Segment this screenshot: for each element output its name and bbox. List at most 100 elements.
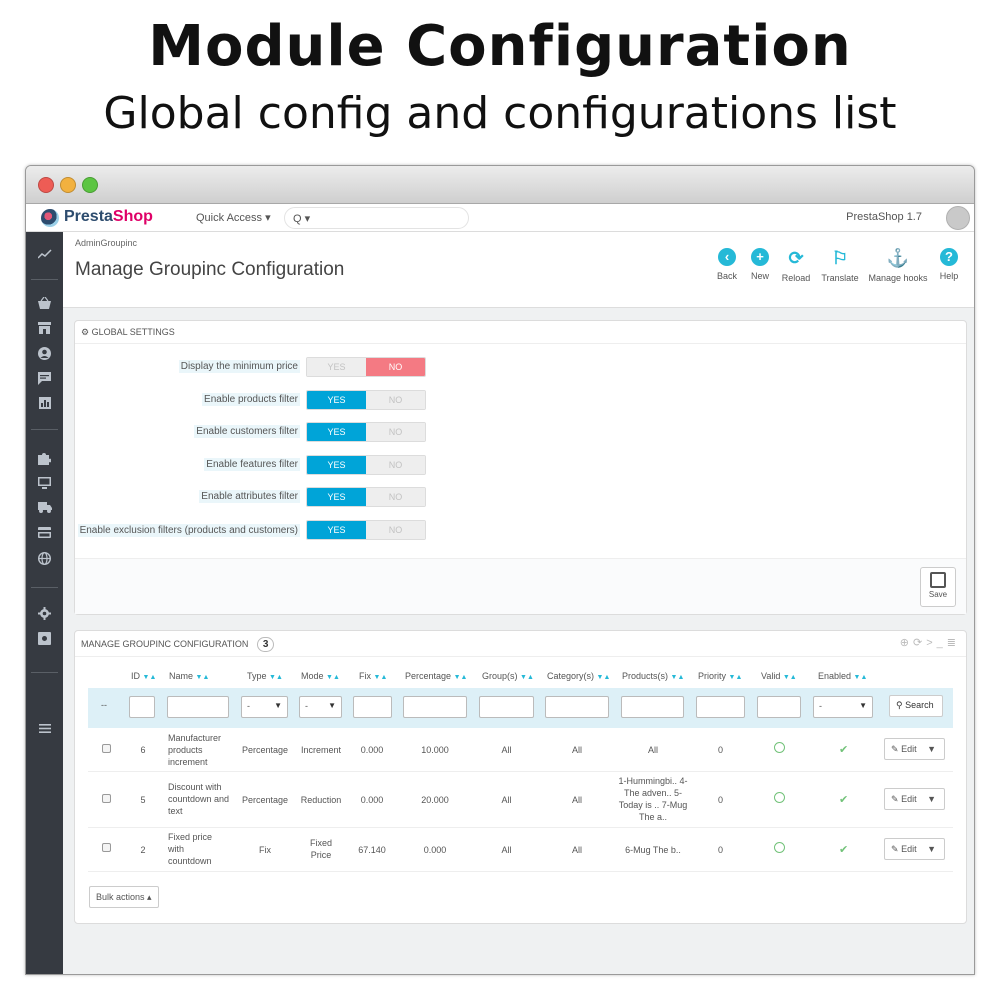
edit-button[interactable]: ✎ Edit ▼ — [884, 738, 945, 760]
orders-basket-icon[interactable] — [26, 296, 63, 312]
filter-categories-input[interactable] — [545, 696, 609, 718]
export-database-icon[interactable]: ≣ — [947, 637, 960, 649]
toolbar-new-button[interactable]: + New — [746, 248, 774, 281]
toolbar-back-button[interactable]: ‹ Back — [713, 248, 741, 281]
prestashop-logo[interactable]: PrestaShop — [64, 208, 153, 226]
dashboard-icon[interactable] — [26, 248, 63, 262]
breadcrumb[interactable]: AdminGroupinc — [75, 238, 137, 248]
toggle-yes-option[interactable]: YES — [307, 391, 366, 409]
international-globe-icon[interactable] — [26, 551, 63, 568]
settings-gear-icon[interactable] — [26, 607, 63, 623]
sql-query-icon[interactable]: >_ — [926, 637, 947, 649]
customers-user-icon[interactable] — [26, 347, 63, 363]
quick-access-dropdown[interactable]: Quick Access ▾ — [196, 211, 271, 224]
enabled-check-icon[interactable]: ✔ — [839, 793, 848, 806]
filter-type-select[interactable]: - ▼ — [241, 696, 288, 718]
messages-chat-icon[interactable] — [26, 372, 63, 388]
prestashop-logo-icon — [41, 209, 59, 227]
cell-categories: All — [571, 745, 582, 755]
filter-groups-input[interactable] — [479, 696, 534, 718]
design-monitor-icon[interactable] — [26, 477, 63, 492]
toggle-yes-option[interactable]: YES — [307, 423, 366, 441]
filter-priority-input[interactable] — [696, 696, 745, 718]
filter-products-input[interactable] — [621, 696, 684, 718]
row-checkbox[interactable] — [102, 843, 111, 852]
toggle-no-option[interactable]: NO — [366, 521, 425, 539]
payment-card-icon[interactable] — [26, 527, 63, 541]
column-header-enabled[interactable]: Enabled ▼▲ — [818, 671, 867, 681]
table-row[interactable]: 2 Fixed price with countdown Fix Fixed P… — [88, 828, 953, 872]
cell-name: Fixed price with countdown — [168, 832, 213, 866]
cell-mode: Increment — [300, 745, 342, 755]
column-header-groups[interactable]: Group(s) ▼▲ — [482, 671, 534, 681]
logo-shop-text: Shop — [112, 208, 153, 225]
toggle-minimum-price[interactable]: YES NO — [306, 357, 426, 377]
enabled-check-icon[interactable]: ✔ — [839, 843, 848, 856]
search-button[interactable]: ⚲ Search — [889, 695, 943, 717]
toolbar-manage-hooks-button[interactable]: ⚓ Manage hooks — [865, 248, 931, 283]
toggle-yes-option[interactable]: YES — [307, 488, 366, 506]
shipping-truck-icon[interactable] — [26, 502, 63, 516]
stats-chart-icon[interactable] — [26, 397, 63, 412]
table-row[interactable]: 5 Discount with countdown and text Perce… — [88, 772, 953, 828]
toggle-products-filter[interactable]: YES NO — [306, 390, 426, 410]
toolbar-reload-button[interactable]: ⟳ Reload — [778, 248, 814, 283]
filter-percentage-input[interactable] — [403, 696, 467, 718]
edit-button[interactable]: ✎ Edit ▼ — [884, 788, 945, 810]
filter-valid-input[interactable] — [757, 696, 801, 718]
column-header-percentage[interactable]: Percentage ▼▲ — [405, 671, 467, 681]
toggle-no-option[interactable]: NO — [366, 423, 425, 441]
search-icon[interactable]: Q ▾ — [293, 213, 310, 225]
column-header-mode[interactable]: Mode ▼▲ — [301, 671, 340, 681]
toggle-yes-option[interactable]: YES — [307, 521, 366, 539]
modules-puzzle-icon[interactable] — [26, 452, 63, 468]
filter-enabled-select[interactable]: - ▼ — [813, 696, 873, 718]
toggle-no-option[interactable]: NO — [366, 456, 425, 474]
filter-fix-input[interactable] — [353, 696, 392, 718]
cell-categories: All — [571, 795, 582, 805]
toggle-attributes-filter[interactable]: YES NO — [306, 487, 426, 507]
toggle-customers-filter[interactable]: YES NO — [306, 422, 426, 442]
toggle-no-option[interactable]: NO — [366, 391, 425, 409]
filter-name-input[interactable] — [167, 696, 229, 718]
minimize-window-button[interactable] — [60, 177, 76, 193]
column-header-priority[interactable]: Priority ▼▲ — [698, 671, 742, 681]
toggle-no-option[interactable]: NO — [366, 358, 425, 376]
enabled-check-icon[interactable]: ✔ — [839, 743, 848, 756]
edit-button[interactable]: ✎ Edit ▼ — [884, 838, 945, 860]
cell-priority: 0 — [717, 745, 723, 755]
admin-search-input[interactable]: Q ▾ — [284, 207, 469, 229]
toggle-features-filter[interactable]: YES NO — [306, 455, 426, 475]
close-window-button[interactable] — [38, 177, 54, 193]
column-header-valid[interactable]: Valid ▼▲ — [761, 671, 797, 681]
column-header-categories[interactable]: Category(s) ▼▲ — [547, 671, 610, 681]
menu-collapse-icon[interactable] — [26, 722, 63, 736]
table-row[interactable]: 6 Manufacturer products increment Percen… — [88, 728, 953, 772]
column-header-fix[interactable]: Fix ▼▲ — [359, 671, 387, 681]
toggle-yes-option[interactable]: YES — [307, 358, 366, 376]
toolbar-translate-button[interactable]: ⚐ Translate — [818, 248, 862, 283]
toolbar-help-button[interactable]: ? Help — [935, 248, 963, 281]
toggle-no-option[interactable]: NO — [366, 488, 425, 506]
toggle-exclusion-filters[interactable]: YES NO — [306, 520, 426, 540]
maximize-window-button[interactable] — [82, 177, 98, 193]
toggle-yes-option[interactable]: YES — [307, 456, 366, 474]
row-checkbox[interactable] — [102, 744, 111, 753]
advanced-parameters-icon[interactable] — [26, 632, 63, 648]
shop-version[interactable]: PrestaShop 1.7 — [846, 211, 922, 223]
save-button[interactable]: Save — [920, 567, 956, 607]
column-header-name[interactable]: Name ▼▲ — [169, 671, 209, 681]
filter-mode-select[interactable]: - ▼ — [299, 696, 342, 718]
column-header-type[interactable]: Type ▼▲ — [247, 671, 283, 681]
filter-id-input[interactable] — [129, 696, 155, 718]
cell-fix: 0.000 — [360, 745, 384, 755]
catalog-store-icon[interactable] — [26, 322, 63, 337]
count-badge: 3 — [256, 637, 275, 652]
add-new-icon[interactable]: ⊕ — [900, 637, 913, 649]
bulk-actions-button[interactable]: Bulk actions ▴ — [89, 886, 159, 908]
column-header-id[interactable]: ID ▼▲ — [131, 671, 156, 681]
refresh-list-icon[interactable]: ⟳ — [913, 637, 926, 649]
column-header-products[interactable]: Products(s) ▼▲ — [622, 671, 684, 681]
row-checkbox[interactable] — [102, 794, 111, 803]
avatar[interactable] — [946, 206, 970, 230]
